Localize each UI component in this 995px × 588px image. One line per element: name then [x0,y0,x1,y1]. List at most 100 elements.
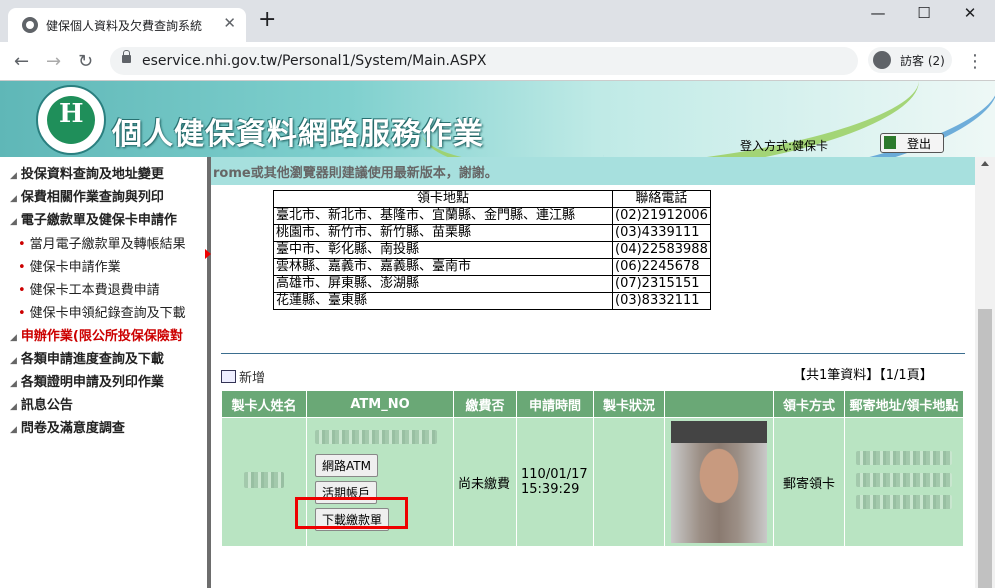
table-cell: (02)21912006 [612,207,711,225]
table-row: 臺中市、彰化縣、南投縣 (04)22583988 [273,241,711,259]
sidebar-nav: ◢ 投保資料查詢及地址變更 ◢ 保費相關作業查詢與列印 ◢ 電子繳款單及健保卡申請作 … [0,157,208,588]
minimize-button[interactable]: — [855,4,901,22]
sidebar-item-insurance-data[interactable]: ◢ 投保資料查詢及地址變更 [10,163,164,182]
maximize-button[interactable]: ☐ [901,4,947,22]
sidebar-item-survey[interactable]: ◢ 問卷及滿意度調查 [10,417,125,436]
status-cell [593,417,665,547]
column-header: 製卡人姓名 [221,390,307,418]
forward-icon[interactable]: → [46,51,61,72]
main-content: rome或其他瀏覽器則建議使用最新版本，謝謝。 領卡地點 聯絡電話 臺北市、新北… [211,157,975,588]
table-cell: 臺北市、新北市、基隆市、宜蘭縣、金門縣、連江縣 [273,207,613,225]
sidebar-subitem-refund[interactable]: • 健保卡工本費退費申請 [18,279,160,298]
section-divider [221,353,965,354]
table-cell: 臺中市、彰化縣、南投縣 [273,241,613,259]
table-cell: (03)8332111 [612,292,711,310]
photo-cell [664,417,774,547]
avatar-icon [873,51,891,69]
table-cell: 花蓮縣、臺東縣 [273,292,613,310]
paid-cell: 尚未繳費 [453,417,517,547]
browser-toolbar: ← → ↻ eservice.nhi.gov.tw/Personal1/Syst… [0,42,995,81]
logout-label: 登出 [907,137,932,151]
apply-time-cell: 110/01/17 15:39:29 [516,417,594,547]
redacted-text [856,473,952,487]
profile-button[interactable]: 訪客 (2) [868,47,952,73]
address-cell [844,417,964,547]
column-header: 領卡方式 [773,390,845,418]
browser-notice-bar: rome或其他瀏覽器則建議使用最新版本，謝謝。 [211,157,975,185]
triangle-icon: ◢ [10,402,17,412]
url-text[interactable]: eservice.nhi.gov.tw/Personal1/System/Mai… [142,53,486,69]
lock-icon [122,50,131,63]
column-header: 郵寄地址/領卡地點 [844,390,964,418]
scrollbar-thumb[interactable] [978,309,992,588]
triangle-icon: ◢ [10,217,17,227]
tab-title: 健保個人資料及欠費查詢系統 [46,19,203,33]
triangle-icon: ◢ [10,379,17,389]
sidebar-subitem-card-records[interactable]: • 健保卡申領紀錄查詢及下載 [18,302,186,321]
table-row: 桃園市、新竹市、新竹縣、苗栗縣 (03)4339111 [273,224,711,242]
triangle-icon: ◢ [10,171,17,181]
add-link[interactable]: 新增 [221,367,265,386]
table-cell: (07)2315151 [612,275,711,293]
triangle-icon: ◢ [10,356,17,366]
logout-button[interactable]: 登出 [880,133,944,153]
sidebar-item-certificates[interactable]: ◢ 各類證明申請及列印作業 [10,371,164,390]
triangle-icon: ◢ [10,194,17,204]
table-row: 花蓮縣、臺東縣 (03)8332111 [273,292,711,310]
vertical-scrollbar[interactable] [975,157,995,588]
document-icon [221,370,236,383]
add-label: 新增 [239,371,266,386]
browser-menu-icon[interactable]: ⋮ [966,51,984,72]
column-header [664,390,774,418]
window-close-button[interactable]: ✕ [947,4,993,22]
pickup-method-cell: 郵寄領卡 [773,417,845,547]
redacted-text [856,495,952,509]
column-header: 申請時間 [516,390,594,418]
table-cell: 桃園市、新竹市、新竹縣、苗栗縣 [273,224,613,242]
column-header: 聯絡電話 [612,190,711,208]
table-cell: (04)22583988 [612,241,711,259]
sidebar-subitem-card-apply[interactable]: • 健保卡申請作業 [18,256,121,275]
sidebar-item-ebill-card[interactable]: ◢ 電子繳款單及健保卡申請作 [10,209,177,228]
name-cell [221,417,307,547]
column-header: ATM_NO [306,390,454,418]
sidebar-item-announcements[interactable]: ◢ 訊息公告 [10,394,73,413]
reload-icon[interactable]: ↻ [78,51,93,72]
triangle-icon: ◢ [10,333,17,343]
sidebar-subitem-monthly-ebill[interactable]: • 當月電子繳款單及轉帳結果 [18,233,186,252]
table-row: 高雄市、屏東縣、澎湖縣 (07)2315151 [273,275,711,293]
atm-button[interactable]: 網路ATM [315,453,378,477]
notice-text: rome或其他瀏覽器則建議使用最新版本，謝謝。 [213,166,498,181]
sidebar-item-progress[interactable]: ◢ 各類申請進度查詢及下載 [10,348,164,367]
nhi-logo: H [36,85,106,155]
table-header-row: 領卡地點 聯絡電話 [273,190,711,208]
table-cell: (03)4339111 [612,224,711,242]
pickup-location-table: 領卡地點 聯絡電話 臺北市、新北市、基隆市、宜蘭縣、金門縣、連江縣 (02)219… [273,190,711,310]
redacted-text [315,429,437,444]
address-bar[interactable]: eservice.nhi.gov.tw/Personal1/System/Mai… [110,47,858,75]
scroll-up-icon[interactable] [981,161,989,166]
grid-header-row: 製卡人姓名 ATM_NO 繳費否 申請時間 製卡狀況 領卡方式 郵寄地址/領卡地… [221,390,964,418]
table-cell: 雲林縣、嘉義市、嘉義縣、臺南市 [273,258,613,276]
table-row: 雲林縣、嘉義市、嘉義縣、臺南市 (06)2245678 [273,258,711,276]
back-icon[interactable]: ← [14,51,29,72]
tab-close-icon[interactable]: ✕ [223,14,236,32]
redacted-text [856,451,952,465]
table-row: 臺北市、新北市、基隆市、宜蘭縣、金門縣、連江縣 (02)21912006 [273,207,711,225]
sidebar-item-premium[interactable]: ◢ 保費相關作業查詢與列印 [10,186,164,205]
globe-icon [22,17,38,33]
site-title: 個人健保資料網路服務作業 [112,117,484,152]
profile-label: 訪客 (2) [900,54,945,68]
sidebar-item-applications[interactable]: ◢ 申辦作業(限公所投保保險對 [10,325,183,344]
door-icon [884,136,896,149]
column-header: 製卡狀況 [593,390,665,418]
new-tab-button[interactable]: + [258,9,276,31]
redacted-text [244,472,284,488]
table-cell: 高雄市、屏東縣、澎湖縣 [273,275,613,293]
browser-tab[interactable]: 健保個人資料及欠費查詢系統 ✕ [8,8,246,42]
table-cell: (06)2245678 [612,258,711,276]
site-header: H 個人健保資料網路服務作業 登入方式:健保卡 登出 [0,81,995,157]
triangle-icon: ◢ [10,425,17,435]
column-header: 領卡地點 [273,190,613,208]
browser-tab-bar: 健保個人資料及欠費查詢系統 ✕ + — ☐ ✕ [0,0,995,42]
